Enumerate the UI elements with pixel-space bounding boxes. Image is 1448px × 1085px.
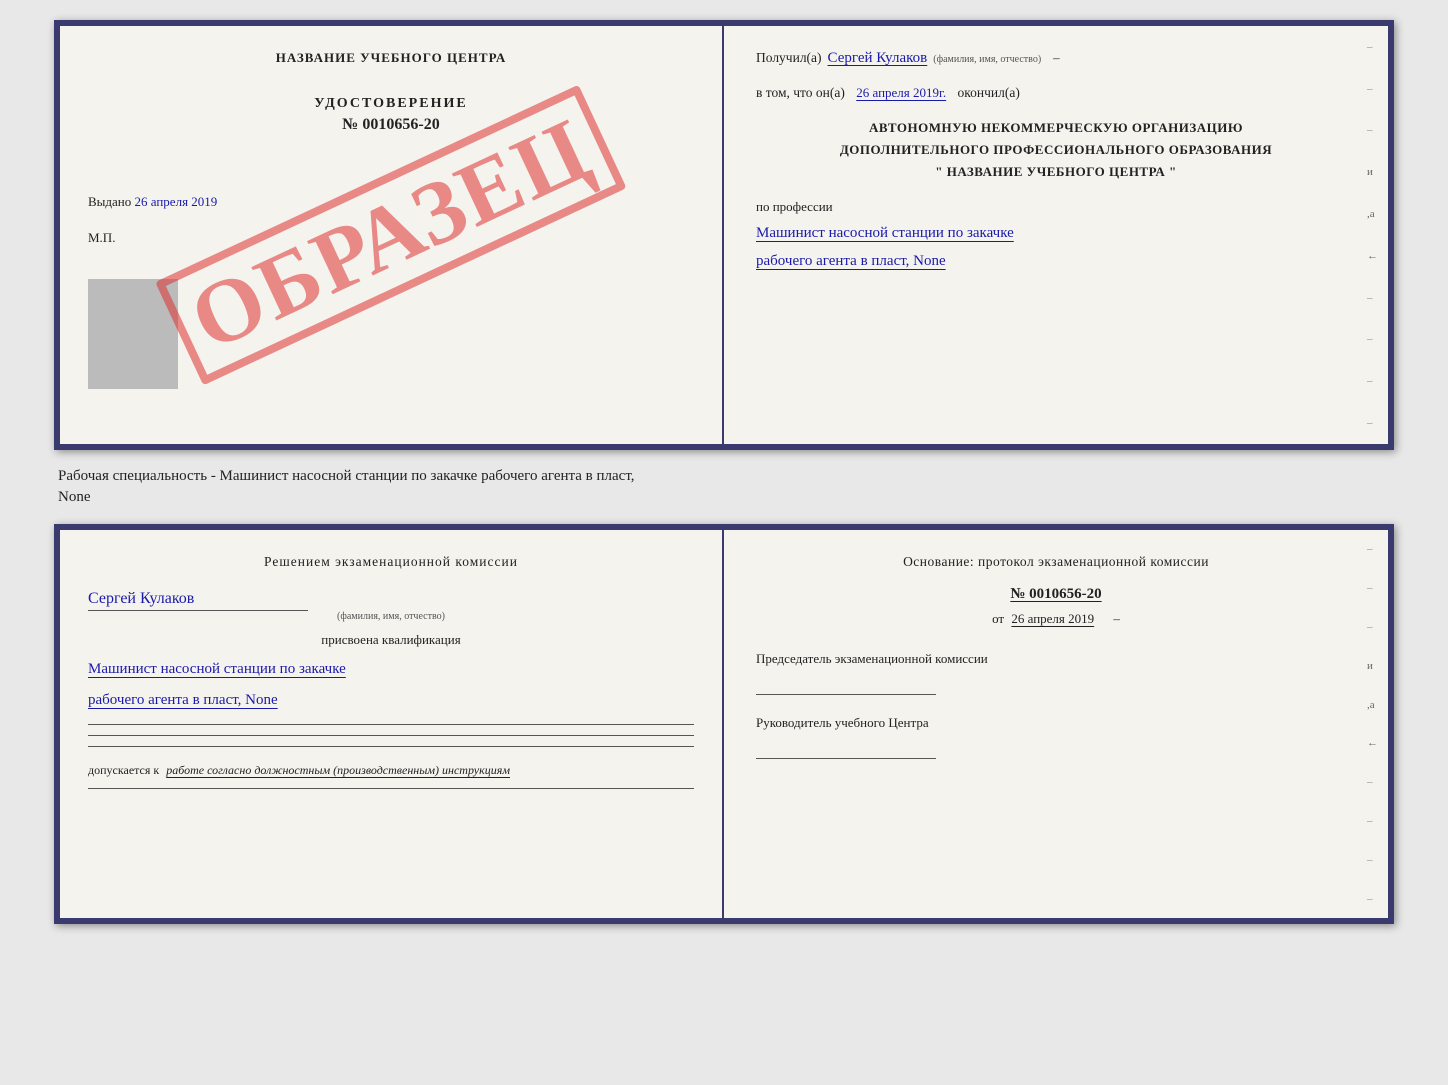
qual-line1: Машинист насосной станции по закачке: [88, 656, 694, 683]
chairman-block: Председатель экзаменационной комиссии: [756, 651, 1356, 695]
bottom-document: Решением экзаменационной комиссии Сергей…: [54, 524, 1394, 924]
osnov-title: Основание: протокол экзаменационной коми…: [756, 554, 1356, 570]
top-doc-right: Получил(а) Сергей Кулаков (фамилия, имя,…: [724, 26, 1388, 444]
received-sub: (фамилия, имя, отчество): [933, 54, 1041, 65]
middle-line2: None: [58, 487, 1390, 508]
director-signature-line: [756, 735, 936, 759]
received-line: Получил(а) Сергей Кулаков (фамилия, имя,…: [756, 50, 1356, 67]
bottom-doc-right: Основание: протокол экзаменационной коми…: [724, 530, 1388, 918]
photo-placeholder: [88, 279, 178, 389]
bottom-line-4: [88, 788, 694, 789]
top-doc-left: НАЗВАНИЕ УЧЕБНОГО ЦЕНТРА ОБРАЗЕЦ УДОСТОВ…: [60, 26, 724, 444]
date-from: от 26 апреля 2019 –: [756, 611, 1356, 627]
received-name: Сергей Кулаков: [828, 50, 928, 67]
chairman-label: Председатель экзаменационной комиссии: [756, 651, 1356, 667]
org-line3: " НАЗВАНИЕ УЧЕБНОГО ЦЕНТРА ": [756, 161, 1356, 183]
org-block: АВТОНОМНУЮ НЕКОММЕРЧЕСКУЮ ОРГАНИЗАЦИЮ ДО…: [756, 117, 1356, 183]
middle-line1: Рабочая специальность - Машинист насосно…: [58, 466, 1390, 487]
date-line: в том, что он(а) 26 апреля 2019г. окончи…: [756, 85, 1356, 101]
date-prefix: в том, что он(а): [756, 85, 845, 100]
допускается-value: работе согласно должностным (производств…: [166, 763, 510, 777]
udostoverenie-number: № 0010656-20: [88, 116, 694, 134]
bottom-line-3: [88, 746, 694, 747]
bottom-line-2: [88, 735, 694, 736]
okonchil-text: окончил(а): [958, 85, 1020, 100]
date-from-prefix: от: [992, 611, 1004, 626]
middle-text-block: Рабочая специальность - Машинист насосно…: [54, 466, 1394, 508]
qual-line2: рабочего агента в пласт, None: [88, 687, 694, 714]
допускается-block: допускается к работе согласно должностны…: [88, 763, 694, 778]
dash-top: –: [1053, 50, 1060, 66]
assigned-text: присвоена квалификация: [88, 632, 694, 648]
director-block: Руководитель учебного Центра: [756, 715, 1356, 759]
chairman-signature-line: [756, 671, 936, 695]
mp-line: М.П.: [88, 230, 694, 246]
profession-line2: рабочего агента в пласт, None: [756, 249, 1356, 273]
vydano-line: Выдано 26 апреля 2019: [88, 194, 694, 210]
date-value: 26 апреля 2019г.: [856, 85, 946, 100]
profession-label: по профессии: [756, 199, 1356, 215]
protocol-number: № 0010656-20: [756, 586, 1356, 603]
bottom-name-sub: (фамилия, имя, отчество): [88, 611, 694, 622]
udostoverenie-label: УДОСТОВЕРЕНИЕ: [88, 96, 694, 112]
school-name-top: НАЗВАНИЕ УЧЕБНОГО ЦЕНТРА: [88, 50, 694, 66]
resolution-text: Решением экзаменационной комиссии: [88, 554, 694, 570]
right-dashes: ––– и ,а ← ––––: [1367, 26, 1378, 444]
org-line1: АВТОНОМНУЮ НЕКОММЕРЧЕСКУЮ ОРГАНИЗАЦИЮ: [756, 117, 1356, 139]
bottom-name-block: Сергей Кулаков (фамилия, имя, отчество): [88, 590, 694, 622]
date-from-value: 26 апреля 2019: [1011, 611, 1094, 626]
bottom-doc-left: Решением экзаменационной комиссии Сергей…: [60, 530, 724, 918]
допускается-label: допускается к: [88, 763, 159, 777]
received-label: Получил(а): [756, 50, 822, 66]
bottom-name: Сергей Кулаков: [88, 590, 308, 611]
vydano-label: Выдано: [88, 194, 131, 209]
profession-line1: Машинист насосной станции по закачке: [756, 221, 1356, 245]
top-document: НАЗВАНИЕ УЧЕБНОГО ЦЕНТРА ОБРАЗЕЦ УДОСТОВ…: [54, 20, 1394, 450]
right-dashes-bottom: ––– и ,а ← ––––: [1367, 530, 1378, 918]
org-line2: ДОПОЛНИТЕЛЬНОГО ПРОФЕССИОНАЛЬНОГО ОБРАЗО…: [756, 139, 1356, 161]
vydano-date: 26 апреля 2019: [135, 194, 218, 209]
bottom-line-1: [88, 724, 694, 725]
director-label: Руководитель учебного Центра: [756, 715, 1356, 731]
